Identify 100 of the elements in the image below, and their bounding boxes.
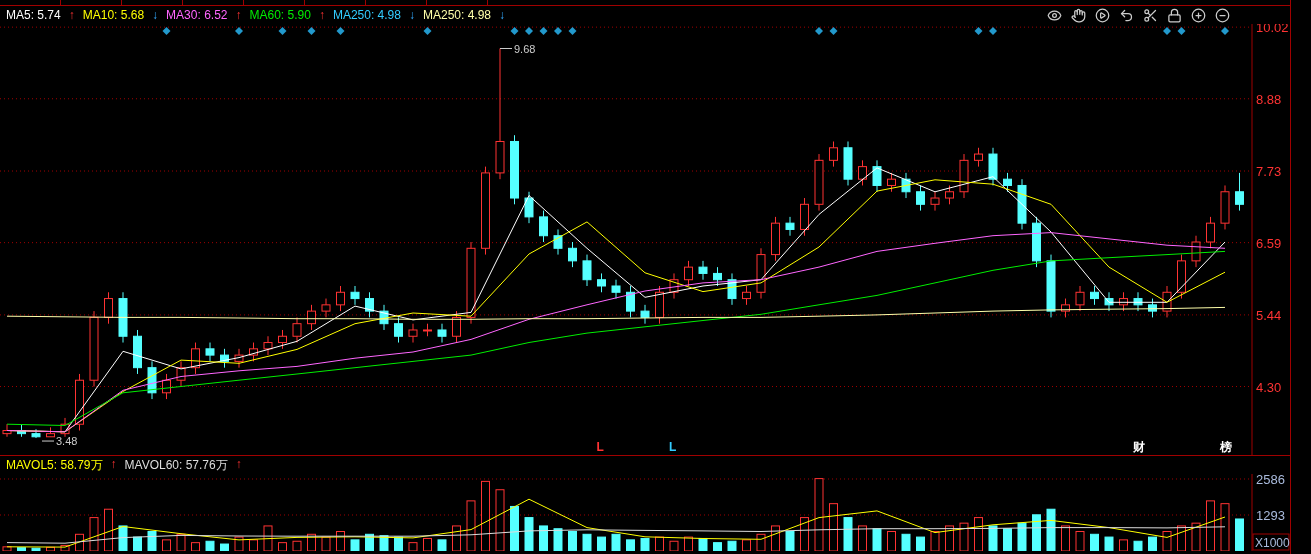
bar <box>220 543 229 551</box>
candlestick <box>742 285 751 306</box>
bar <box>597 536 606 551</box>
bar <box>1104 536 1114 551</box>
candlestick <box>698 260 708 281</box>
scissors-icon[interactable] <box>1143 7 1158 23</box>
candlestick <box>104 291 113 325</box>
candlestick <box>1235 172 1244 212</box>
bar <box>872 528 882 551</box>
zoom-out-icon[interactable] <box>1215 7 1230 23</box>
bar <box>1003 528 1012 551</box>
candlestick <box>713 266 722 287</box>
axis-label: 4.30 <box>1256 379 1282 395</box>
bar <box>191 542 200 551</box>
bar <box>698 537 708 551</box>
bar <box>930 531 940 551</box>
candlestick <box>553 228 563 256</box>
axis-label: 8.88 <box>1256 91 1282 107</box>
bar <box>1191 522 1201 551</box>
bar <box>1162 531 1172 551</box>
eye-icon[interactable] <box>1047 7 1062 23</box>
candlestick <box>437 323 447 344</box>
signal-marker: L <box>669 440 677 454</box>
diamond-icon <box>307 27 316 35</box>
hand-icon[interactable] <box>1071 7 1086 23</box>
undo-icon[interactable] <box>1119 7 1134 23</box>
bar <box>829 503 838 551</box>
candlestick <box>292 316 302 344</box>
bar <box>713 542 722 551</box>
bar <box>1206 500 1215 551</box>
bar <box>945 525 954 551</box>
candlestick <box>307 304 316 331</box>
signal-marker: 榜 <box>1220 440 1232 454</box>
bar <box>1017 522 1027 551</box>
candlestick <box>626 285 635 318</box>
bar <box>1075 531 1085 551</box>
bar <box>1148 536 1157 551</box>
bar <box>133 536 142 551</box>
candlestick <box>684 260 693 287</box>
bar <box>785 531 795 551</box>
candlestick <box>945 184 954 205</box>
bar <box>988 525 998 551</box>
down-arrow: ↓ <box>408 8 415 22</box>
indicator-reading: MAVOL60: 57.76万 <box>124 456 228 474</box>
bar <box>321 536 331 551</box>
candlestick <box>858 159 867 186</box>
bar <box>1046 508 1056 551</box>
bar <box>176 533 186 551</box>
indicator-reading: MA250: 4.98 <box>422 8 491 22</box>
bar <box>568 531 577 551</box>
bar <box>1133 540 1143 551</box>
axis-label: 10.02 <box>1256 24 1289 36</box>
bar <box>394 536 403 551</box>
candlestick <box>568 241 577 268</box>
lock-icon[interactable] <box>1167 7 1182 23</box>
high-price-label: 9.68 <box>514 42 536 55</box>
bar <box>278 542 287 551</box>
bar <box>466 500 476 551</box>
bar <box>1061 525 1070 551</box>
candlestick <box>916 184 925 212</box>
down-arrow: ↓ <box>499 8 505 22</box>
bar <box>901 533 911 551</box>
indicator-reading: MA60: 5.90 <box>249 8 311 22</box>
bar <box>1032 514 1041 551</box>
bar <box>669 540 679 551</box>
bar <box>539 525 548 551</box>
candlestick <box>597 272 606 293</box>
zoom-in-icon[interactable] <box>1191 7 1206 23</box>
play-icon[interactable] <box>1095 7 1110 23</box>
candlestick <box>1206 216 1215 249</box>
candlestick <box>785 216 795 237</box>
candlestick <box>278 329 287 350</box>
candlestick <box>829 140 838 168</box>
bar <box>408 542 418 551</box>
indicator-reading: MA250: 4.98 <box>332 8 401 22</box>
bar <box>1220 503 1230 551</box>
candlestick <box>321 298 331 318</box>
axis-label: 7.73 <box>1256 164 1282 179</box>
bar <box>742 539 751 551</box>
up-arrow: ↑ <box>235 456 242 473</box>
candlestick <box>1003 172 1012 193</box>
diamond-icon <box>423 27 432 35</box>
bar <box>104 508 113 551</box>
candlestick <box>205 342 215 362</box>
bar <box>626 539 635 551</box>
candlestick <box>263 335 273 356</box>
diamond-icon <box>1221 27 1229 35</box>
low-price-label: 3.48 <box>56 435 78 448</box>
bar <box>1119 539 1128 551</box>
bar <box>611 533 621 551</box>
bar <box>756 533 766 551</box>
bar <box>843 517 853 551</box>
bar <box>1090 533 1099 551</box>
candlestick <box>365 291 374 318</box>
bar <box>510 505 519 551</box>
candlestick <box>872 159 882 193</box>
axis-label: 5.44 <box>1256 307 1282 323</box>
signal-marker: L <box>596 440 604 454</box>
bar <box>31 547 41 551</box>
bar <box>974 517 983 551</box>
